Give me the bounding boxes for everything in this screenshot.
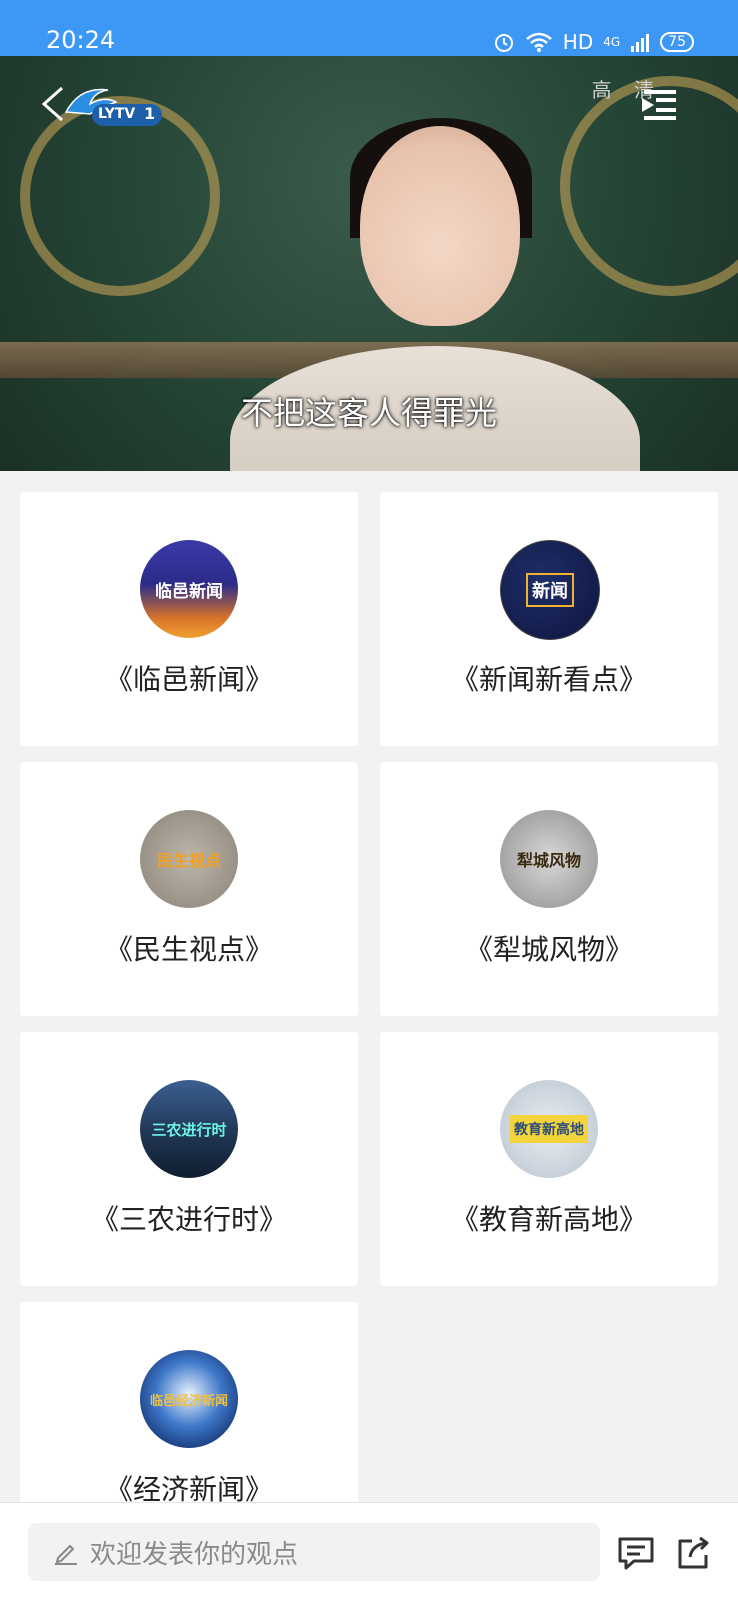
program-card[interactable]: 新闻 《新闻新看点》 (380, 492, 718, 746)
network-type: HD (562, 30, 594, 54)
share-icon[interactable] (674, 1535, 712, 1571)
video-subtitle: 不把这客人得罪光 (240, 394, 497, 432)
program-thumbnail: 教育新高地 (500, 1080, 598, 1178)
program-card[interactable]: 三农进行时 《三农进行时》 (20, 1032, 358, 1286)
program-card[interactable]: 教育新高地 《教育新高地》 (380, 1032, 718, 1286)
channel-logo: LYTV 1 (60, 78, 170, 130)
program-thumbnail: 临邑经济新闻 (140, 1350, 238, 1448)
wifi-icon (525, 32, 552, 52)
signal-label: 4G (603, 35, 621, 49)
program-card[interactable]: 犁城风物 《犁城风物》 (380, 762, 718, 1016)
channel-logo-text: LYTV (98, 106, 136, 122)
program-card[interactable]: 民生视点 《民生视点》 (20, 762, 358, 1016)
program-title: 《犁城风物》 (464, 933, 633, 966)
signal-icon (631, 34, 650, 52)
comment-icon[interactable] (616, 1535, 656, 1571)
playlist-icon[interactable] (638, 88, 678, 122)
comment-input[interactable]: 欢迎发表你的观点 (28, 1523, 600, 1581)
status-icons: HD 4G 75 (493, 30, 694, 54)
program-thumbnail: 三农进行时 (140, 1080, 238, 1178)
alarm-icon (494, 34, 513, 52)
program-thumbnail: 民生视点 (140, 810, 238, 908)
program-title: 《民生视点》 (104, 933, 273, 966)
program-title: 《临邑新闻》 (104, 663, 273, 696)
channel-number: 1 (144, 104, 156, 123)
presenter-face (360, 126, 520, 326)
status-time: 20:24 (46, 26, 116, 54)
status-bar: 20:24 HD 4G 75 (0, 0, 738, 56)
pen-icon (55, 1544, 77, 1565)
program-thumbnail: 新闻 (500, 540, 600, 640)
comment-bar: 欢迎发表你的观点 (0, 1502, 738, 1601)
program-title: 《新闻新看点》 (450, 663, 647, 696)
program-thumbnail: 临邑新闻 (140, 540, 238, 638)
program-title: 《教育新高地》 (450, 1203, 647, 1236)
program-card[interactable]: 临邑新闻 《临邑新闻》 (20, 492, 358, 746)
program-thumbnail: 犁城风物 (500, 810, 598, 908)
comment-placeholder: 欢迎发表你的观点 (90, 1539, 299, 1570)
battery-indicator: 75 (660, 32, 694, 52)
program-title: 《三农进行时》 (90, 1203, 287, 1236)
